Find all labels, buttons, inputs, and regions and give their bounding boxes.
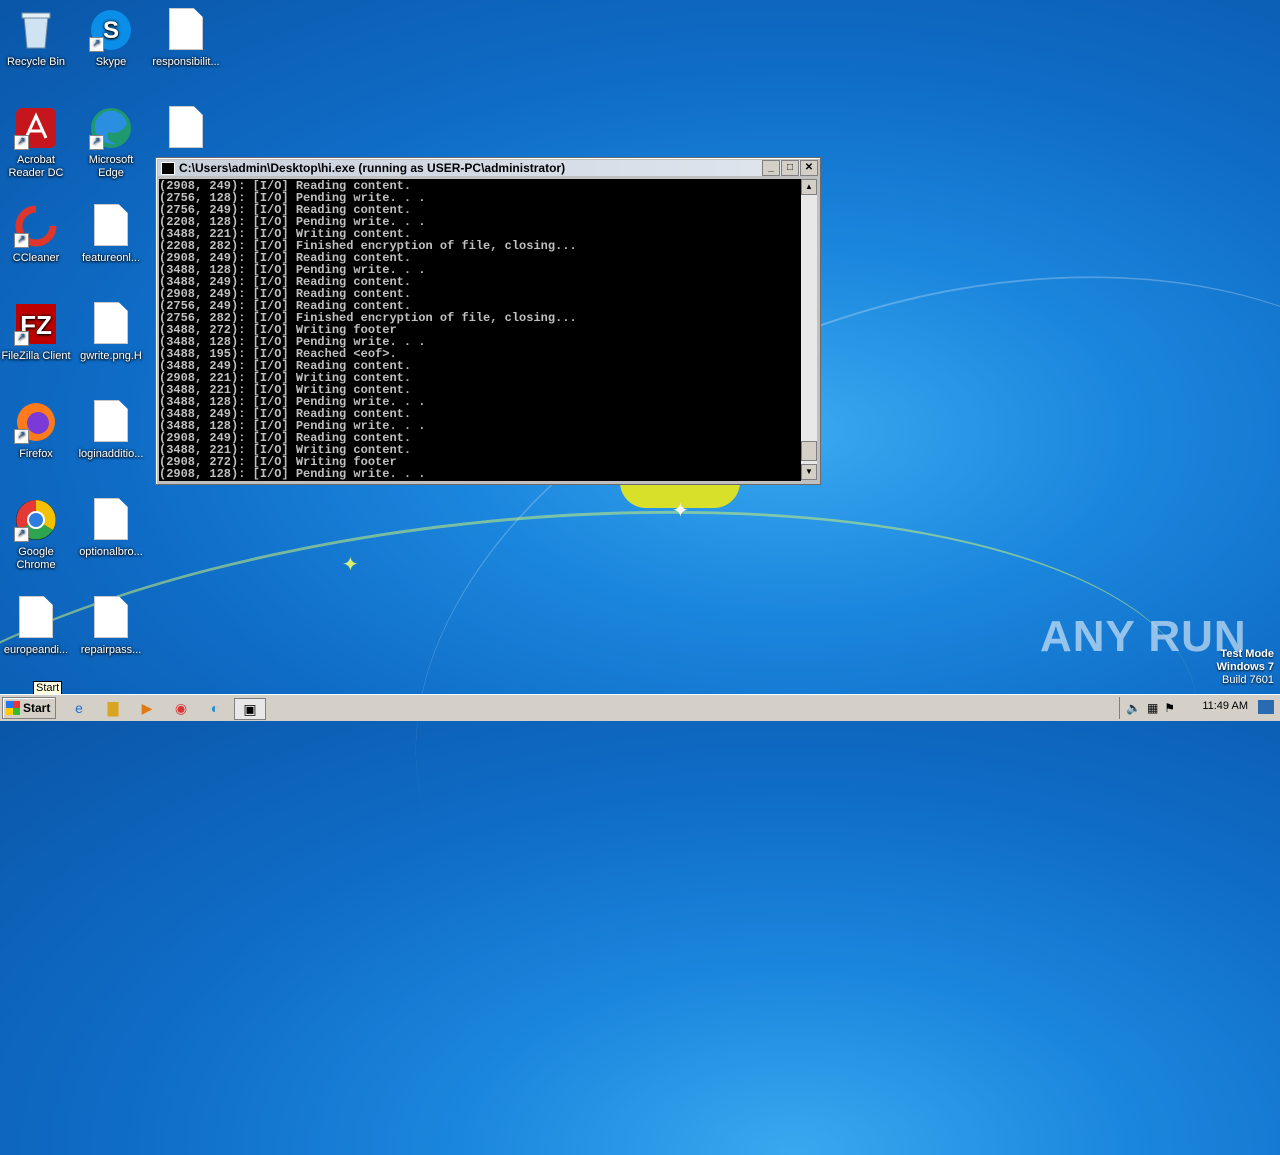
scroll-up-icon[interactable]: ▲ [801, 179, 817, 195]
maximize-button[interactable]: □ [781, 160, 799, 176]
windows-logo-icon [6, 701, 20, 715]
system-tray: 🔈 ▦ ⚑ [1119, 697, 1280, 719]
taskbar: Start e ▇ ▶ ◉ ◐ ▣ 🔈 ▦ ⚑ 11:49 AM [0, 694, 1280, 721]
desktop-icon-ccleaner[interactable]: ↗ CCleaner [0, 204, 72, 265]
file-icon [89, 204, 133, 248]
desktop-icon-skype[interactable]: S ↗ Skype [75, 8, 147, 69]
close-button[interactable]: ✕ [800, 160, 818, 176]
console-icon [161, 161, 175, 175]
console-line: (2908, 128): [I/O] Pending write. . . [159, 467, 426, 481]
show-desktop-icon[interactable] [1258, 700, 1274, 714]
desktop-icon-file[interactable]: europeandi... [0, 596, 72, 657]
explorer-icon[interactable]: ▇ [102, 698, 124, 718]
shortcut-arrow-icon: ↗ [14, 331, 29, 346]
network-icon[interactable]: ▦ [1147, 701, 1158, 715]
console-taskbar-button[interactable]: ▣ [234, 698, 266, 720]
desktop-icon-file[interactable]: optionalbro... [75, 498, 147, 559]
sparkle-icon: ✦ [672, 500, 689, 522]
media-player-icon[interactable]: ▶ [136, 698, 158, 718]
skype-icon: S ↗ [89, 8, 133, 52]
chrome-icon[interactable]: ◉ [170, 698, 192, 718]
file-icon [14, 596, 58, 640]
desktop-icon-file[interactable]: loginadditio... [75, 400, 147, 461]
desktop-icon-file[interactable]: gwrite.png.H [75, 302, 147, 363]
svg-text:S: S [103, 17, 119, 44]
sparkle-icon: ✦ [342, 554, 359, 576]
console-title: C:\Users\admin\Desktop\hi.exe (running a… [179, 161, 566, 175]
shortcut-arrow-icon: ↗ [14, 527, 29, 542]
ie-icon[interactable]: e [68, 698, 90, 718]
shortcut-arrow-icon: ↗ [14, 429, 29, 444]
scroll-down-icon[interactable]: ▼ [801, 464, 817, 480]
edge-icon[interactable]: ◐ [204, 698, 226, 718]
file-icon [89, 498, 133, 542]
desktop-icon-recycle-bin[interactable]: Recycle Bin [0, 8, 72, 69]
firefox-icon: ↗ [14, 400, 58, 444]
minimize-button[interactable]: _ [762, 160, 780, 176]
console-titlebar[interactable]: C:\Users\admin\Desktop\hi.exe (running a… [158, 160, 818, 176]
filezilla-icon: FZ ↗ [14, 302, 58, 346]
desktop-icon-file[interactable]: responsibilit... [150, 8, 222, 69]
chrome-icon: ↗ [14, 498, 58, 542]
file-icon [164, 106, 208, 150]
file-icon [89, 302, 133, 346]
shortcut-arrow-icon: ↗ [89, 37, 104, 52]
desktop-icon-file[interactable]: featureonl... [75, 204, 147, 265]
flag-icon[interactable]: ⚑ [1164, 701, 1175, 715]
desktop-icon-edge[interactable]: ↗ Microsoft Edge [75, 106, 147, 180]
desktop-icon-file[interactable] [150, 106, 222, 154]
desktop-icon-firefox[interactable]: ↗ Firefox [0, 400, 72, 461]
file-icon [164, 8, 208, 52]
desktop-icon-file[interactable]: repairpass... [75, 596, 147, 657]
recycle-bin-icon [14, 8, 58, 52]
edge-icon: ↗ [89, 106, 133, 150]
start-button[interactable]: Start [2, 697, 56, 719]
desktop-icon-acrobat[interactable]: ↗ Acrobat Reader DC [0, 106, 72, 180]
test-mode-notice: Test Mode Windows 7 Build 7601 [1216, 648, 1274, 686]
scroll-thumb[interactable] [801, 441, 817, 461]
shortcut-arrow-icon: ↗ [14, 233, 29, 248]
ccleaner-icon: ↗ [14, 204, 58, 248]
desktop-icon-chrome[interactable]: ↗ Google Chrome [0, 498, 72, 572]
vertical-scrollbar[interactable]: ▲ ▼ [801, 179, 817, 480]
file-icon [89, 400, 133, 444]
start-tooltip: Start [33, 681, 63, 695]
console-window[interactable]: C:\Users\admin\Desktop\hi.exe (running a… [155, 157, 821, 485]
volume-icon[interactable]: 🔈 [1126, 701, 1141, 715]
desktop-icon-filezilla[interactable]: FZ ↗ FileZilla Client [0, 302, 72, 363]
clock[interactable]: 11:49 AM [1202, 700, 1248, 712]
acrobat-icon: ↗ [14, 106, 58, 150]
shortcut-arrow-icon: ↗ [89, 135, 104, 150]
shortcut-arrow-icon: ↗ [14, 135, 29, 150]
console-output[interactable]: (2908, 249): [I/O] Reading content. (2756… [159, 179, 801, 481]
file-icon [89, 596, 133, 640]
